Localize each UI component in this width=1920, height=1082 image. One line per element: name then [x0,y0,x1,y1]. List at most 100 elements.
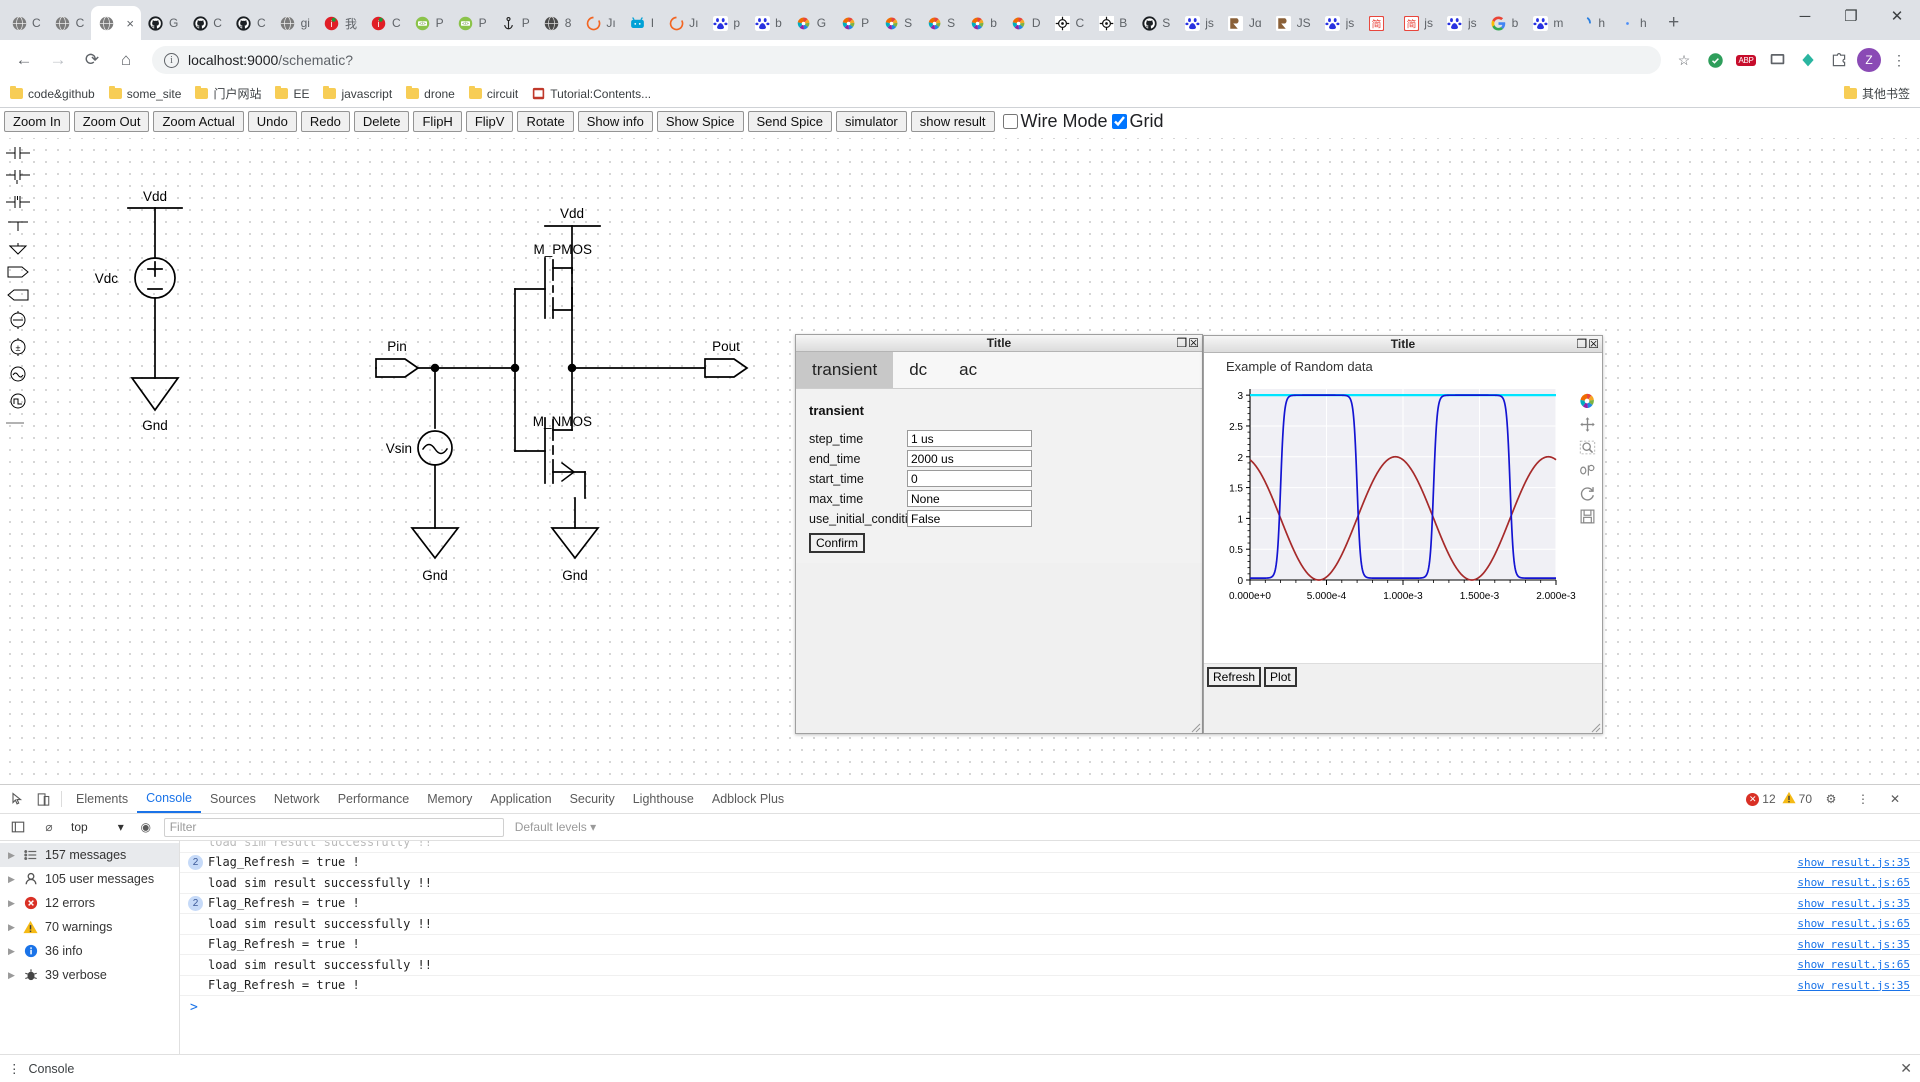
matplotlib-logo-icon[interactable] [1577,391,1597,411]
star-icon[interactable]: ☆ [1671,47,1697,73]
close-icon[interactable]: ☒ [1588,338,1599,350]
browser-tab[interactable]: js [1318,6,1362,40]
expand-arrow-icon[interactable]: ▶ [8,922,16,933]
browser-tab[interactable]: h [1612,6,1654,40]
devtools-tab-console[interactable]: Console [137,785,201,813]
close-icon[interactable]: ☒ [1188,337,1199,349]
browser-tab[interactable]: C [4,6,48,40]
back-icon[interactable]: ← [8,44,40,76]
browser-tab[interactable]: b [1484,6,1526,40]
browser-tab[interactable]: S [876,6,919,40]
drawer-close-icon[interactable]: ✕ [1900,1060,1912,1077]
field-input-start_time[interactable] [907,470,1032,487]
plot-window[interactable]: Title ❒ ☒ Example of Random data 0 0.5 1 1.… [1203,335,1603,734]
devtools-kebab-icon[interactable]: ⋮ [1850,786,1876,812]
wire-mode-checkbox[interactable]: Wire Mode [1002,111,1108,132]
browser-tab[interactable]: G [789,6,833,40]
browser-tab[interactable]: js [1440,6,1484,40]
browser-tab[interactable]: i我 [317,6,364,40]
address-bar[interactable]: i localhost:9000/schematic? [152,46,1661,74]
grid-input[interactable] [1111,114,1127,129]
toolbar-button-fliph[interactable]: FlipH [413,111,462,132]
browser-tab[interactable]: 简 js [1396,6,1440,40]
puzzle-icon[interactable] [1826,47,1852,73]
plot-button[interactable]: Plot [1264,667,1297,687]
devtools-tab-elements[interactable]: Elements [67,785,137,813]
dialog-resize-handle[interactable] [1190,721,1201,733]
bookmark-item[interactable]: code&github [10,86,95,101]
bookmark-item[interactable]: drone [406,86,455,101]
console-log[interactable]: load sim result successfully !! 2 Flag_Ref… [180,841,1920,1054]
toolbar-button-undo[interactable]: Undo [247,111,297,132]
console-sidebar-item[interactable]: ▶ 36 info [0,939,179,963]
profile-avatar[interactable]: Z [1857,48,1881,72]
save-figure-icon[interactable] [1577,506,1597,526]
field-input-end_time[interactable] [907,450,1032,467]
console-filter-input[interactable]: Filter [163,817,504,837]
clear-console-icon[interactable]: ⌀ [36,814,62,840]
devtools-tab-adblock-plus[interactable]: Adblock Plus [703,785,793,813]
browser-tab[interactable]: iC [364,6,408,40]
drawer-kebab-icon[interactable]: ⋮ [8,1061,21,1076]
console-sidebar-item[interactable]: ▶ 39 verbose [0,963,179,987]
devtools-tab-network[interactable]: Network [265,785,329,813]
browser-tab[interactable]: C [229,6,273,40]
error-count-badge[interactable]: ✕ 12 [1746,792,1776,806]
live-expression-icon[interactable]: ◉ [133,814,159,840]
browser-tab[interactable]: JS [1269,6,1318,40]
toolbar-button-send-spice[interactable]: Send Spice [747,111,833,132]
maximize-window-button[interactable]: ❐ [1828,0,1874,32]
browser-tab[interactable]: h [1570,6,1612,40]
console-sidebar-item[interactable]: ▶ 70 warnings [0,915,179,939]
toolbar-button-delete[interactable]: Delete [353,111,410,132]
devtools-tab-security[interactable]: Security [561,785,624,813]
subplot-config-icon[interactable] [1577,460,1597,480]
execution-context-selector[interactable]: top ▾ [67,820,128,834]
log-source-link[interactable]: show result.js:35 [1797,938,1910,951]
console-sidebar-toggle-icon[interactable] [5,814,31,840]
devtools-tab-memory[interactable]: Memory [418,785,481,813]
devtools-tab-sources[interactable]: Sources [201,785,265,813]
log-level-selector[interactable]: Default levels ▾ [515,820,596,834]
log-source-link[interactable]: show result.js:65 [1797,917,1910,930]
refresh-button[interactable]: Refresh [1207,667,1262,687]
browser-tab[interactable]: b [747,6,789,40]
plot-resize-handle[interactable] [1590,721,1601,733]
browser-tab[interactable]: p [705,6,747,40]
toolbar-button-redo[interactable]: Redo [300,111,350,132]
zoom-rect-icon[interactable] [1577,437,1597,457]
browser-tab[interactable]: 简 [1361,6,1396,40]
settings-gear-icon[interactable]: ⚙ [1818,786,1844,812]
toolbar-button-show-result[interactable]: show result [910,111,995,132]
browser-tab[interactable]: C [1048,6,1092,40]
home-icon[interactable]: ⌂ [110,44,142,76]
browser-tab[interactable]: S [919,6,962,40]
toolbar-button-show-spice[interactable]: Show Spice [656,111,744,132]
toolbar-button-flipv[interactable]: FlipV [465,111,514,132]
minimize-icon[interactable]: ❒ [1576,338,1587,350]
bookmark-item[interactable]: javascript [323,86,392,101]
toolbar-button-rotate[interactable]: Rotate [517,111,574,132]
browser-tab[interactable]: Jı [578,6,622,40]
cast-icon[interactable] [1764,47,1790,73]
browser-tab[interactable]: Jı [661,6,705,40]
browser-tab[interactable]: C [185,6,229,40]
schematic-canvas[interactable]: ± Vdd Vdc Gnd Vdd M_PMOS M_NMOS Pin Pout… [0,138,1920,784]
browser-tab[interactable]: gi [273,6,317,40]
console-log-line[interactable]: Flag_Refresh = true ! show result.js:35 [180,935,1920,955]
toolbar-button-zoom-out[interactable]: Zoom Out [73,111,150,132]
log-source-link[interactable]: show result.js:35 [1797,979,1910,992]
devtools-tab-application[interactable]: Application [481,785,560,813]
new-tab-button[interactable]: + [1660,9,1688,37]
devtools-tab-performance[interactable]: Performance [329,785,419,813]
reset-view-icon[interactable] [1577,483,1597,503]
devtools-close-icon[interactable]: ✕ [1882,786,1908,812]
toolbar-button-simulator[interactable]: simulator [836,111,907,132]
bookmarks-overflow[interactable]: 其他书签 [1843,85,1910,102]
plot-window-titlebar[interactable]: Title ❒ ☒ [1204,336,1602,353]
browser-tab[interactable]: D [1004,6,1048,40]
analysis-tab-transient[interactable]: transient [796,352,894,388]
expand-arrow-icon[interactable]: ▶ [8,970,16,981]
log-source-link[interactable]: show result.js:65 [1797,958,1910,971]
browser-tab[interactable]: 8 [537,6,579,40]
